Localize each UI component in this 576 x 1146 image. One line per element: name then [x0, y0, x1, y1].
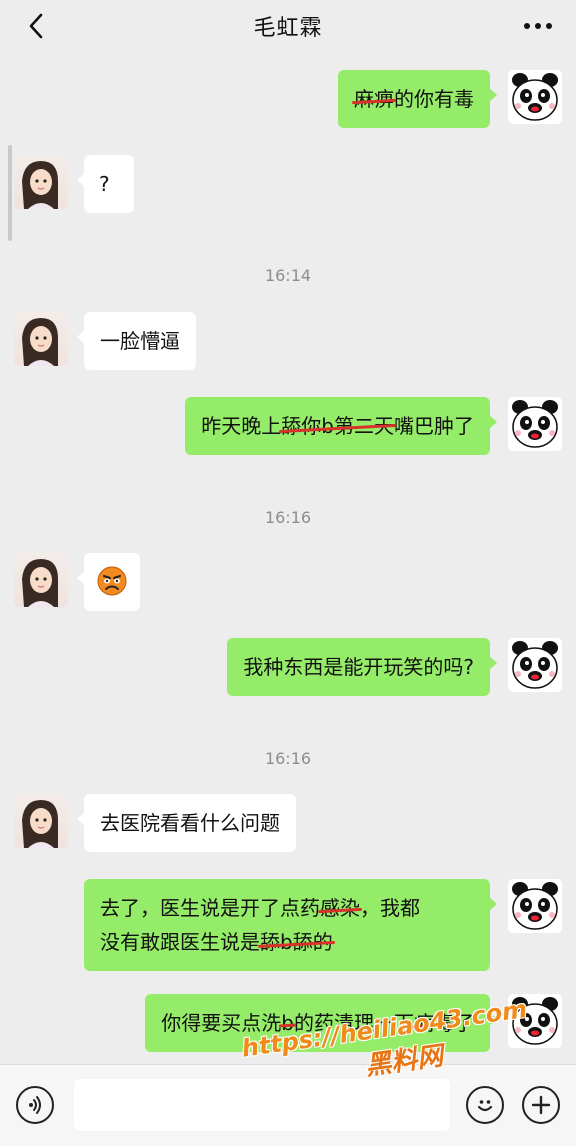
panda-avatar[interactable] [508, 397, 562, 451]
message-bubble[interactable]: 去医院看看什么问题 [77, 794, 296, 852]
panda-avatar[interactable] [508, 879, 562, 933]
message-bubble[interactable]: 我种东西是能开玩笑的吗? [227, 638, 497, 696]
panda-face-icon [512, 641, 558, 689]
message-text: 没有敢跟医生说是 [100, 930, 260, 954]
message-bubble[interactable]: 昨天晚上舔你b第二天嘴巴肿了 [185, 397, 497, 455]
chevron-left-icon [29, 13, 43, 39]
message-text: ，我都 [360, 896, 420, 920]
voice-button[interactable] [16, 1086, 54, 1124]
girl-avatar[interactable] [14, 794, 68, 848]
scroll-indicator [8, 145, 12, 241]
plus-button[interactable] [522, 1086, 560, 1124]
struck-text: 舔b舔的 [260, 930, 333, 954]
message-line: 没有敢跟医生说是舔b舔的 [100, 925, 474, 959]
girl-portrait-icon [22, 318, 58, 366]
chat-title: 毛虹霖 [253, 16, 323, 41]
back-button[interactable] [18, 8, 54, 44]
more-button[interactable] [518, 12, 558, 40]
message-text: 嘴巴肿了 [394, 414, 474, 438]
message-text: 一脸懵逼 [100, 329, 180, 353]
emoji-button[interactable] [466, 1086, 504, 1124]
chat-header: 毛虹霖 [0, 0, 576, 52]
emoji-icon [477, 1100, 493, 1112]
girl-avatar[interactable] [14, 553, 68, 607]
message-bubble[interactable]: 一脸懵逼 [77, 312, 196, 370]
message-text: ? [99, 172, 110, 196]
girl-portrait-icon [22, 800, 58, 848]
message-text: 去了，医生说是开了点药 [100, 896, 320, 920]
timestamp: 16:16 [264, 749, 312, 768]
girl-portrait-icon [22, 161, 58, 209]
message-text: 去医院看看什么问题 [100, 811, 280, 835]
struck-text: 麻痹 [354, 87, 394, 111]
girl-portrait-icon [22, 559, 58, 607]
angry-face-emoji [97, 566, 127, 596]
plus-icon [531, 1095, 551, 1115]
panda-face-icon [512, 882, 558, 930]
panda-face-icon [512, 400, 558, 448]
message-bubble[interactable]: ? [77, 155, 134, 213]
struck-text: 感染 [320, 896, 360, 920]
ellipsis-icon [524, 23, 552, 29]
voice-icon [29, 1096, 41, 1114]
girl-avatar[interactable] [14, 312, 68, 366]
message-text: 昨天晚上 [201, 414, 282, 438]
message-text: 我种东西是能开玩笑的吗? [243, 655, 474, 679]
panda-avatar[interactable] [508, 70, 562, 124]
message-line: 去了，医生说是开了点药感染，我都 [100, 891, 474, 925]
panda-avatar[interactable] [508, 638, 562, 692]
message-bubble[interactable]: 麻痹的你有毒 [338, 70, 497, 128]
message-bubble[interactable] [77, 553, 140, 611]
panda-face-icon [512, 73, 558, 121]
girl-avatar[interactable] [14, 155, 68, 209]
struck-text: 舔你b第二天 [281, 414, 394, 438]
timestamp: 16:14 [264, 266, 312, 285]
message-bubble[interactable]: 去了，医生说是开了点药感染，我都 没有敢跟医生说是舔b舔的 [84, 879, 497, 971]
timestamp: 16:16 [264, 508, 312, 527]
message-text: 的你有毒 [394, 87, 474, 111]
